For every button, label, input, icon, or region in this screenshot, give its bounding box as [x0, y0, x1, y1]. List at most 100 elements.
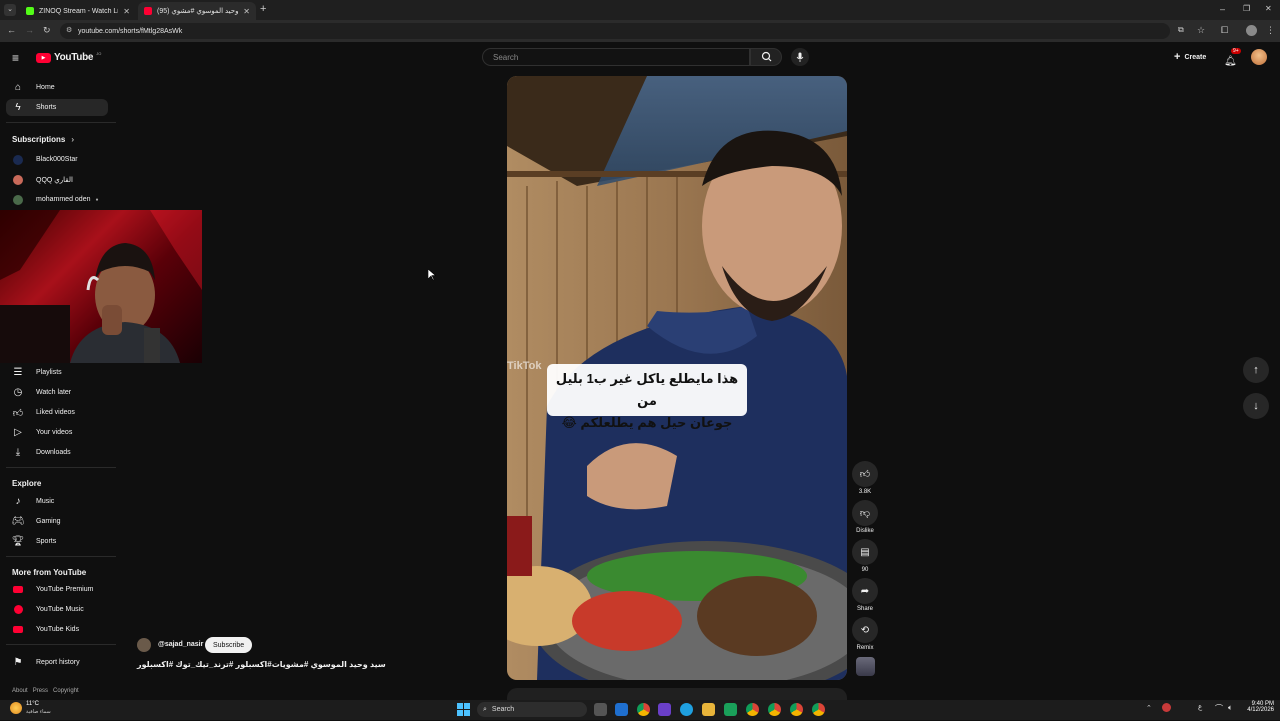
- sidebar-item-subscription[interactable]: QQQ القاري: [6, 171, 108, 188]
- new-content-dot-icon: ●: [95, 196, 99, 203]
- sidebar-item-home[interactable]: ⌂ Home: [6, 79, 108, 96]
- footer-link-copyright[interactable]: Copyright: [53, 688, 79, 694]
- share-button[interactable]: ➦: [852, 578, 878, 604]
- chrome-icon[interactable]: [812, 703, 825, 716]
- remix-button[interactable]: ⟲: [852, 617, 878, 643]
- tray-overflow-icon[interactable]: ⌃: [1146, 704, 1152, 712]
- sidebar-item-subscription[interactable]: mohammed oden ●: [6, 191, 108, 208]
- like-button[interactable]: 👍︎: [852, 461, 878, 487]
- chrome-icon[interactable]: [746, 703, 759, 716]
- sidebar-item-label: Black000Star: [36, 156, 78, 163]
- sidebar-item-label: Playlists: [36, 369, 62, 376]
- sidebar-item-shorts[interactable]: ϟ Shorts: [6, 99, 108, 116]
- forward-arrow-icon[interactable]: →: [25, 26, 34, 35]
- channel-avatar: [13, 194, 23, 205]
- tab-zinoq[interactable]: ZINOQ Stream - Watch Live on ✕: [20, 2, 136, 20]
- file-explorer-icon[interactable]: [702, 703, 715, 716]
- sidebar-item-subscription[interactable]: Black000Star: [6, 151, 108, 168]
- previous-short-button[interactable]: ↑: [1243, 357, 1269, 383]
- search-button[interactable]: [750, 48, 782, 66]
- video-caption: هذا مايطلع ياكل غير ب1 بليل من جوعان حيل…: [547, 368, 747, 434]
- widgets-icon[interactable]: [615, 703, 628, 716]
- tab-youtube-active[interactable]: سيد وحيد الموسوي #مشوي (95) ✕: [138, 2, 256, 20]
- sidebar-item-watch-later[interactable]: ◷ Watch later: [6, 384, 108, 401]
- extensions-icon[interactable]: ⧠: [1221, 26, 1228, 35]
- task-view-icon[interactable]: [594, 703, 607, 716]
- notification-badge: 9+: [1231, 48, 1241, 54]
- browser-menu-icon[interactable]: ⋮: [1266, 26, 1275, 35]
- footer-link-about[interactable]: About: [12, 688, 28, 694]
- sidebar-item-youtube-kids[interactable]: YouTube Kids: [6, 621, 108, 638]
- minimize-window-button[interactable]: –: [1220, 4, 1225, 14]
- arrow-up-icon: ↑: [1253, 364, 1259, 376]
- subscriptions-heading[interactable]: Subscriptions ›: [12, 135, 74, 144]
- notifications-button[interactable]: 🔔︎ 9+: [1224, 48, 1241, 69]
- tray-app-icon[interactable]: [1162, 703, 1171, 712]
- voice-search-button[interactable]: [791, 48, 809, 66]
- audio-source-thumbnail[interactable]: [856, 657, 875, 676]
- dislike-button[interactable]: 👎︎: [852, 500, 878, 526]
- teams-icon[interactable]: [658, 703, 671, 716]
- thumb-up-icon: 👍︎: [12, 407, 24, 419]
- new-tab-button[interactable]: +: [260, 3, 266, 15]
- tab-search-button[interactable]: ⌄: [4, 4, 16, 16]
- address-bar[interactable]: ⚙ youtube.com/shorts/fMtlg28AsWk ⧉: [60, 23, 1184, 39]
- youtube-logo[interactable]: ▶ YouTube JO: [36, 51, 101, 63]
- sidebar-item-playlists[interactable]: ☰ Playlists: [6, 364, 108, 381]
- speaker-icon[interactable]: 🔈︎: [1228, 703, 1233, 713]
- start-button[interactable]: [457, 703, 470, 716]
- chrome-icon[interactable]: [790, 703, 803, 716]
- kick-favicon-icon: [26, 7, 34, 15]
- chrome-icon[interactable]: [637, 703, 650, 716]
- weather-temp[interactable]: 11°C: [26, 701, 39, 707]
- sidebar-item-youtube-premium[interactable]: YouTube Premium: [6, 581, 108, 598]
- sidebar-item-liked-videos[interactable]: 👍︎ Liked videos: [6, 404, 108, 421]
- language-indicator[interactable]: ع: [1198, 703, 1202, 711]
- edge-icon[interactable]: [680, 703, 693, 716]
- tab-close-icon[interactable]: ✕: [243, 7, 250, 16]
- clock[interactable]: 9:40 PM 4/12/2026: [1244, 701, 1274, 713]
- account-avatar[interactable]: [1251, 49, 1267, 65]
- sidebar-item-music[interactable]: ♪ Music: [6, 493, 108, 510]
- search-input[interactable]: Search: [482, 48, 750, 66]
- sidebar-item-youtube-music[interactable]: YouTube Music: [6, 601, 108, 618]
- sidebar-item-your-videos[interactable]: ▷ Your videos: [6, 424, 108, 441]
- bookmark-star-icon[interactable]: ☆: [1197, 26, 1205, 35]
- profile-avatar[interactable]: [1246, 25, 1257, 36]
- microphone-icon: [796, 52, 804, 62]
- taskbar-search-box[interactable]: ⌕ Search: [477, 702, 587, 717]
- weather-icon[interactable]: [10, 702, 22, 714]
- sidebar-divider: [6, 556, 116, 557]
- tab-close-icon[interactable]: ✕: [123, 7, 130, 16]
- sidebar-item-label: QQQ القاري: [36, 176, 73, 184]
- channel-avatar[interactable]: [137, 638, 151, 652]
- music-icon: ♪: [15, 496, 21, 507]
- restore-window-button[interactable]: ❐: [1243, 4, 1250, 13]
- back-arrow-icon[interactable]: ←: [7, 26, 16, 35]
- more-from-youtube-heading: More from YouTube: [12, 568, 87, 577]
- reload-icon[interactable]: ↻: [43, 26, 51, 35]
- chrome-icon[interactable]: [768, 703, 781, 716]
- sidebar-item-downloads[interactable]: ⤓ Downloads: [6, 444, 108, 461]
- next-short-button[interactable]: ↓: [1243, 393, 1269, 419]
- hamburger-menu-icon[interactable]: ≡: [12, 51, 19, 65]
- sidebar-item-sports[interactable]: 🏆︎ Sports: [6, 533, 108, 550]
- app-icon[interactable]: [724, 703, 737, 716]
- channel-avatar: [13, 174, 23, 185]
- create-button[interactable]: + Create: [1168, 49, 1212, 65]
- wifi-icon[interactable]: ⌒: [1215, 703, 1223, 714]
- comments-button[interactable]: ▤: [852, 539, 878, 565]
- subscribe-button[interactable]: Subscribe: [205, 637, 253, 653]
- sidebar-item-gaming[interactable]: 🎮︎ Gaming: [6, 513, 108, 530]
- install-app-icon[interactable]: ⧉: [1178, 25, 1184, 35]
- comment-icon: ▤: [860, 546, 870, 558]
- short-video-player[interactable]: هذا مايطلع ياكل غير ب1 بليل من جوعان حيل…: [507, 76, 847, 680]
- sidebar-item-report-history[interactable]: ⚑ Report history: [6, 654, 108, 671]
- sidebar-item-label: YouTube Kids: [36, 626, 80, 633]
- site-info-icon[interactable]: ⚙: [66, 26, 72, 34]
- channel-handle[interactable]: @sajad_nasir: [158, 641, 203, 648]
- footer-link-press[interactable]: Press: [33, 688, 48, 694]
- close-window-button[interactable]: ✕: [1265, 4, 1272, 13]
- next-short-preview[interactable]: [507, 688, 847, 700]
- create-label: Create: [1184, 53, 1207, 61]
